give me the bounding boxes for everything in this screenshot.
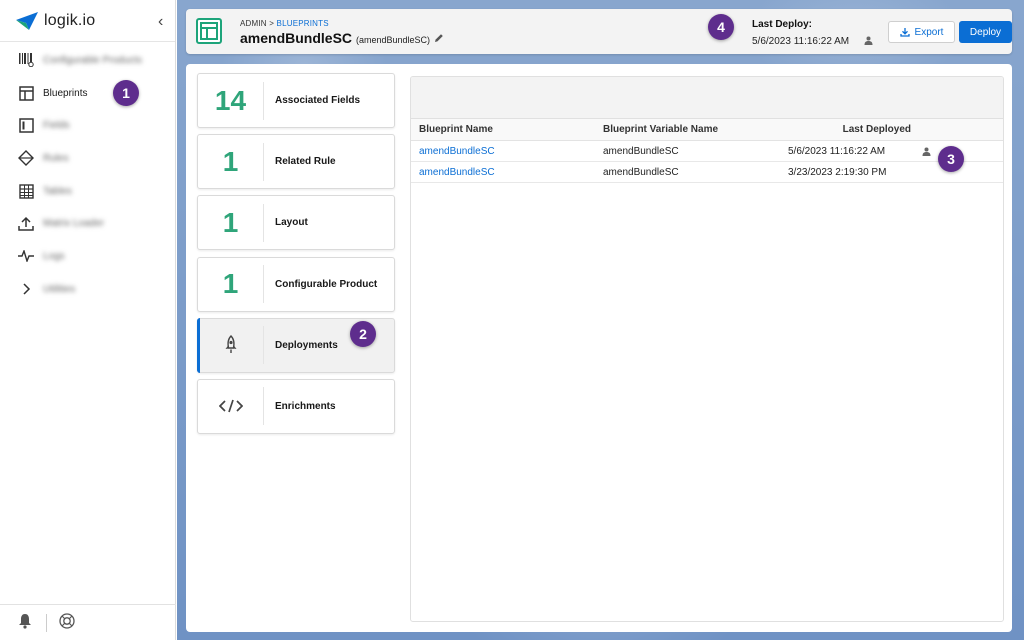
last-deploy-label: Last Deploy: xyxy=(752,19,813,30)
card-associated-fields[interactable]: 14 Associated Fields xyxy=(197,73,395,128)
table-icon xyxy=(18,183,34,199)
user-icon xyxy=(911,147,941,156)
sidebar-item-label: Rules xyxy=(43,152,69,164)
content-panel: 14 Associated Fields 1 Related Rule 1 La… xyxy=(186,64,1012,632)
rocket-icon xyxy=(198,326,264,365)
table-row: amendBundleSC amendBundleSC 3/23/2023 2:… xyxy=(411,162,1003,183)
card-count: 1 xyxy=(198,142,264,181)
card-label: Deployments xyxy=(275,339,338,351)
blueprint-icon xyxy=(18,85,34,101)
sidebar-item-rules[interactable]: Rules xyxy=(0,142,175,175)
card-label: Layout xyxy=(275,217,308,229)
sidebar-item-utilities[interactable]: Utilities xyxy=(0,273,175,306)
sidebar-item-fields[interactable]: Fields xyxy=(0,109,175,142)
pencil-icon[interactable] xyxy=(434,33,444,43)
page-title: amendBundleSC xyxy=(240,30,353,46)
pulse-icon xyxy=(18,248,34,264)
card-label: Related Rule xyxy=(275,156,336,168)
sidebar-nav: Configurable Products Blueprints Fields … xyxy=(0,42,175,306)
user-icon xyxy=(864,36,873,45)
blueprint-variable-name: amendBundleSC xyxy=(603,166,679,178)
callout-badge-2: 2 xyxy=(350,321,376,347)
callout-badge-1: 1 xyxy=(113,80,139,106)
bell-icon[interactable] xyxy=(18,613,32,632)
deploy-label: Deploy xyxy=(969,26,1002,38)
last-deploy-info: Last Deploy: 5/6/2023 11:16:22 AM xyxy=(752,19,849,47)
sidebar-item-label: Logs xyxy=(43,250,65,262)
barcode-icon xyxy=(18,52,34,68)
breadcrumb-link[interactable]: BLUEPRINTS xyxy=(277,19,329,28)
last-deploy-time: 5/6/2023 11:16:22 AM xyxy=(752,36,850,47)
blueprint-name-link[interactable]: amendBundleSC xyxy=(411,167,595,178)
blueprint-variable-name: amendBundleSC xyxy=(603,145,679,157)
table-toolbar xyxy=(411,77,1003,119)
sidebar-item-logs[interactable]: Logs xyxy=(0,240,175,273)
card-enrichments[interactable]: Enrichments xyxy=(197,378,395,434)
logo[interactable]: logik.io xyxy=(0,0,175,42)
card-count: 1 xyxy=(198,203,264,242)
callout-badge-3: 3 xyxy=(938,146,964,172)
rules-icon xyxy=(18,150,34,167)
sidebar-item-label: Matrix Loader xyxy=(43,218,105,230)
card-count: 14 xyxy=(198,81,264,120)
callout-badge-4: 4 xyxy=(708,14,734,40)
card-configurable-product[interactable]: 1 Configurable Product xyxy=(197,256,395,312)
upload-icon xyxy=(18,216,34,232)
blueprint-header-icon xyxy=(196,18,222,44)
card-label: Enrichments xyxy=(275,400,336,412)
sidebar-item-label: Blueprints xyxy=(43,87,88,99)
card-layout[interactable]: 1 Layout xyxy=(197,195,395,251)
card-count: 1 xyxy=(198,265,264,304)
main-area: ADMIN > BLUEPRINTS amendBundleSC (amendB… xyxy=(177,0,1024,640)
card-label: Associated Fields xyxy=(275,95,361,106)
chevron-right-icon xyxy=(18,281,34,297)
breadcrumb: ADMIN > BLUEPRINTS xyxy=(240,19,329,28)
code-icon xyxy=(198,387,264,426)
export-label: Export xyxy=(914,26,944,38)
field-icon xyxy=(18,118,34,134)
sidebar: logik.io ‹ Configurable Products Bluepri… xyxy=(0,0,176,640)
column-header-last-deployed[interactable]: Last Deployed xyxy=(779,124,911,135)
related-cards: 14 Associated Fields 1 Related Rule 1 La… xyxy=(197,73,395,440)
logo-icon xyxy=(16,11,38,30)
title-row: amendBundleSC (amendBundleSC) xyxy=(240,30,444,46)
page-header: ADMIN > BLUEPRINTS amendBundleSC (amendB… xyxy=(186,9,1012,54)
sidebar-item-blueprints[interactable]: Blueprints xyxy=(0,77,175,110)
deployments-table: Blueprint Name Blueprint Variable Name L… xyxy=(410,76,1004,622)
card-label: Configurable Product xyxy=(275,278,378,290)
last-deployed-value: 5/6/2023 11:16:22 AM xyxy=(788,145,886,157)
sidebar-item-label: Fields xyxy=(43,120,70,132)
breadcrumb-root: ADMIN xyxy=(240,19,267,28)
download-icon xyxy=(899,28,910,37)
table-row: amendBundleSC amendBundleSC 5/6/2023 11:… xyxy=(411,141,1003,162)
breadcrumb-separator: > xyxy=(269,19,275,28)
sidebar-footer xyxy=(0,604,176,640)
column-header-variable-name[interactable]: Blueprint Variable Name xyxy=(595,124,779,135)
help-icon[interactable] xyxy=(59,613,75,632)
sidebar-item-matrix-loader[interactable]: Matrix Loader xyxy=(0,207,175,240)
app-name: logik.io xyxy=(44,11,96,29)
collapse-sidebar-icon[interactable]: ‹ xyxy=(158,13,163,31)
sidebar-item-label: Utilities xyxy=(43,283,76,295)
blueprint-name-link[interactable]: amendBundleSC xyxy=(411,146,595,157)
last-deployed-value: 3/23/2023 2:19:30 PM xyxy=(788,166,887,178)
card-related-rule[interactable]: 1 Related Rule xyxy=(197,134,395,190)
sidebar-item-configurable-products[interactable]: Configurable Products xyxy=(0,44,175,77)
sidebar-item-tables[interactable]: Tables xyxy=(0,175,175,208)
footer-divider xyxy=(46,613,47,632)
page-subtitle: (amendBundleSC) xyxy=(356,35,431,45)
column-header-blueprint-name[interactable]: Blueprint Name xyxy=(411,124,595,135)
table-header: Blueprint Name Blueprint Variable Name L… xyxy=(411,119,1003,141)
export-button[interactable]: Export xyxy=(888,21,955,43)
sidebar-item-label: Tables xyxy=(43,185,72,197)
deploy-button[interactable]: Deploy xyxy=(959,21,1012,43)
sidebar-item-label: Configurable Products xyxy=(43,54,142,66)
